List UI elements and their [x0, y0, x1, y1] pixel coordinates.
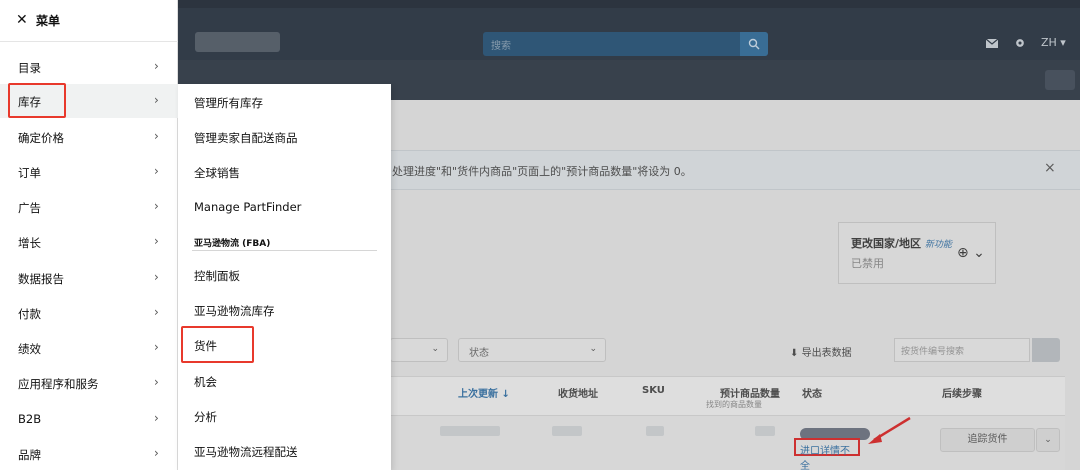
submenu-fba-remote-fulfillment[interactable]: 亚马逊物流远程配送: [194, 444, 298, 460]
status-filter-label: 状态: [469, 348, 489, 359]
column-address: 收货地址: [558, 389, 598, 400]
country-title-label: 更改国家/地区: [851, 237, 922, 250]
menu-item-payments[interactable]: 付款 ›: [0, 296, 178, 330]
chevron-right-icon: ›: [154, 129, 159, 143]
menu-item-performance[interactable]: 绩效 ›: [0, 331, 178, 365]
filter-dropdown-1[interactable]: ⌄: [390, 338, 448, 362]
chevron-right-icon: ›: [154, 305, 159, 319]
blurred-date: [440, 426, 500, 436]
menu-title: 菜单: [36, 14, 61, 28]
export-table-data-button[interactable]: ⬇ 导出表数据: [790, 344, 852, 359]
shipment-search-input[interactable]: 按货件编号搜索: [894, 338, 1030, 362]
chevron-right-icon: ›: [154, 340, 159, 354]
annotation-arrow-icon: [868, 416, 911, 444]
chevron-down-icon: ⌄: [589, 344, 597, 354]
submenu-fba-heading: 亚马逊物流 (FBA): [194, 239, 271, 249]
side-menu: ✕ 菜单 目录 › 库存 › 确定价格 › 订单 › 广告 › 增长 › 数据报…: [0, 0, 178, 470]
submenu-opportunities[interactable]: 机会: [194, 374, 217, 390]
search-placeholder: 搜索: [491, 41, 511, 52]
new-feature-badge: 新功能: [924, 240, 952, 250]
blurred-qty: [755, 426, 775, 436]
column-expected-qty-sub: 找到的商品数量: [706, 400, 762, 409]
column-status: 状态: [802, 389, 822, 400]
notice-banner-text: 处理进度"和"货件内商品"页面上的"预计商品数量"将设为 0。: [392, 165, 692, 178]
submenu-manage-partfinder[interactable]: Manage PartFinder: [194, 200, 301, 214]
highlight-inventory: [8, 83, 66, 118]
submenu-fba-inventory[interactable]: 亚马逊物流库存: [194, 303, 275, 319]
menu-item-catalog[interactable]: 目录 ›: [0, 50, 178, 84]
column-updated[interactable]: 上次更新 ↓: [458, 385, 510, 400]
shipments-table-header: 上次更新 ↓ 收货地址 SKU 预计商品数量 找到的商品数量 状态 后续步骤: [390, 376, 1065, 416]
chevron-down-icon: ⌄: [431, 344, 439, 354]
column-expected-qty: 预计商品数量: [720, 389, 780, 400]
chevron-right-icon: ›: [154, 375, 159, 389]
shipment-search-button[interactable]: [1032, 338, 1060, 362]
menu-item-b2b[interactable]: B2B ›: [0, 402, 178, 436]
country-selector-card[interactable]: 更改国家/地区 新功能 已禁用 ⊕ ⌄: [838, 222, 996, 284]
inventory-submenu: 管理所有库存 管理卖家自配送商品 全球销售 Manage PartFinder …: [178, 84, 391, 470]
submenu-analytics[interactable]: 分析: [194, 409, 217, 425]
blurred-sku: [646, 426, 664, 436]
menu-item-label: 品牌: [18, 448, 41, 462]
chevron-right-icon: ›: [154, 270, 159, 284]
store-name-blurred: [195, 32, 280, 52]
chevron-right-icon: ›: [154, 93, 159, 107]
submenu-manage-all-inventory[interactable]: 管理所有库存: [194, 95, 263, 111]
language-selector[interactable]: ZH ▾: [1041, 36, 1066, 49]
country-status: 已禁用: [851, 257, 884, 270]
menu-item-orders[interactable]: 订单 ›: [0, 155, 178, 189]
menu-item-brand[interactable]: 品牌 ›: [0, 437, 178, 470]
banner-close-icon[interactable]: ×: [1044, 160, 1056, 176]
highlight-shipments: [181, 326, 254, 363]
column-sku: SKU: [642, 385, 665, 396]
search-bar[interactable]: 搜索: [483, 32, 768, 56]
chevron-right-icon: ›: [154, 234, 159, 248]
submenu-global-selling[interactable]: 全球销售: [194, 165, 240, 181]
track-shipment-dropdown[interactable]: ⌄: [1036, 428, 1060, 452]
menu-item-label: 订单: [18, 166, 41, 180]
top-right-icons: ZH ▾: [985, 36, 1066, 49]
chevron-right-icon: ›: [154, 411, 159, 425]
submenu-fba-dashboard[interactable]: 控制面板: [194, 268, 240, 284]
chevron-right-icon: ›: [154, 164, 159, 178]
menu-item-pricing[interactable]: 确定价格 ›: [0, 120, 178, 154]
menu-item-label: 增长: [18, 236, 41, 250]
download-icon: ⬇: [790, 348, 799, 359]
menu-item-label: 应用程序和服务: [18, 377, 99, 391]
chevron-right-icon: ›: [154, 446, 159, 460]
search-icon: [748, 38, 760, 50]
menu-item-label: 数据报告: [18, 272, 64, 286]
mail-icon[interactable]: [985, 37, 999, 49]
chevron-right-icon: ›: [154, 199, 159, 213]
menu-item-label: 确定价格: [18, 131, 64, 145]
export-label: 导出表数据: [801, 348, 852, 359]
status-filter-dropdown[interactable]: 状态 ⌄: [458, 338, 606, 362]
menu-item-growth[interactable]: 增长 ›: [0, 225, 178, 259]
menu-header: ✕ 菜单: [0, 0, 178, 42]
column-next-step: 后续步骤: [942, 389, 982, 400]
shipment-search-placeholder: 按货件编号搜索: [901, 347, 965, 357]
import-details-incomplete-link[interactable]: 进口详情不全: [794, 438, 860, 470]
menu-item-label: 目录: [18, 61, 41, 75]
track-shipment-button[interactable]: 追踪货件: [940, 428, 1035, 452]
menu-item-label: 广告: [18, 201, 41, 215]
menu-item-label: 绩效: [18, 342, 41, 356]
gear-icon[interactable]: [1013, 37, 1027, 49]
globe-icon[interactable]: ⊕ ⌄: [957, 245, 985, 261]
sub-bar-button[interactable]: [1045, 70, 1075, 90]
top-strip: [178, 0, 1080, 8]
menu-item-label: B2B: [18, 412, 42, 426]
menu-item-apps-services[interactable]: 应用程序和服务 ›: [0, 366, 178, 400]
menu-item-reports[interactable]: 数据报告 ›: [0, 261, 178, 295]
country-title: 更改国家/地区 新功能: [851, 235, 952, 251]
submenu-divider: [192, 250, 377, 251]
blurred-address: [552, 426, 582, 436]
search-button[interactable]: [740, 32, 768, 56]
chevron-right-icon: ›: [154, 59, 159, 73]
menu-item-label: 付款: [18, 307, 41, 321]
submenu-manage-fbm-products[interactable]: 管理卖家自配送商品: [194, 130, 298, 146]
close-icon[interactable]: ✕: [16, 12, 28, 28]
menu-item-advertising[interactable]: 广告 ›: [0, 190, 178, 224]
